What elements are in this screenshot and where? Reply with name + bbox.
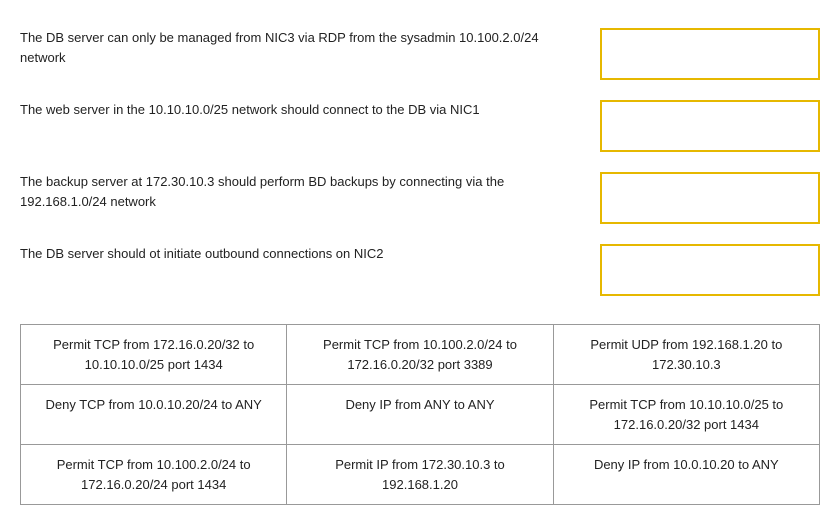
answer-box-3[interactable] xyxy=(600,172,820,224)
question-row-4: The DB server should ot initiate outboun… xyxy=(20,234,820,306)
answer-box-4[interactable] xyxy=(600,244,820,296)
options-grid: Permit TCP from 172.16.0.20/32 to 10.10.… xyxy=(20,324,820,505)
drag-option-2[interactable]: Permit TCP from 10.100.2.0/24 to 172.16.… xyxy=(287,325,553,385)
question-row-3: The backup server at 172.30.10.3 should … xyxy=(20,162,820,234)
questions-section: The DB server can only be managed from N… xyxy=(20,18,820,306)
drag-option-8[interactable]: Permit IP from 172.30.10.3 to 192.168.1.… xyxy=(287,445,553,505)
drag-option-4[interactable]: Deny TCP from 10.0.10.20/24 to ANY xyxy=(21,385,287,445)
answer-box-2[interactable] xyxy=(600,100,820,152)
question-text-2: The web server in the 10.10.10.0/25 netw… xyxy=(20,100,580,152)
drag-option-1[interactable]: Permit TCP from 172.16.0.20/32 to 10.10.… xyxy=(21,325,287,385)
question-row-2: The web server in the 10.10.10.0/25 netw… xyxy=(20,90,820,162)
answer-box-1[interactable] xyxy=(600,28,820,80)
drag-option-6[interactable]: Permit TCP from 10.10.10.0/25 to 172.16.… xyxy=(554,385,820,445)
question-row-1: The DB server can only be managed from N… xyxy=(20,18,820,90)
drag-option-5[interactable]: Deny IP from ANY to ANY xyxy=(287,385,553,445)
drag-option-3[interactable]: Permit UDP from 192.168.1.20 to 172.30.1… xyxy=(554,325,820,385)
drag-option-7[interactable]: Permit TCP from 10.100.2.0/24 to 172.16.… xyxy=(21,445,287,505)
question-text-3: The backup server at 172.30.10.3 should … xyxy=(20,172,580,224)
question-text-4: The DB server should ot initiate outboun… xyxy=(20,244,580,296)
drag-option-9[interactable]: Deny IP from 10.0.10.20 to ANY xyxy=(554,445,820,505)
question-text-1: The DB server can only be managed from N… xyxy=(20,28,580,80)
